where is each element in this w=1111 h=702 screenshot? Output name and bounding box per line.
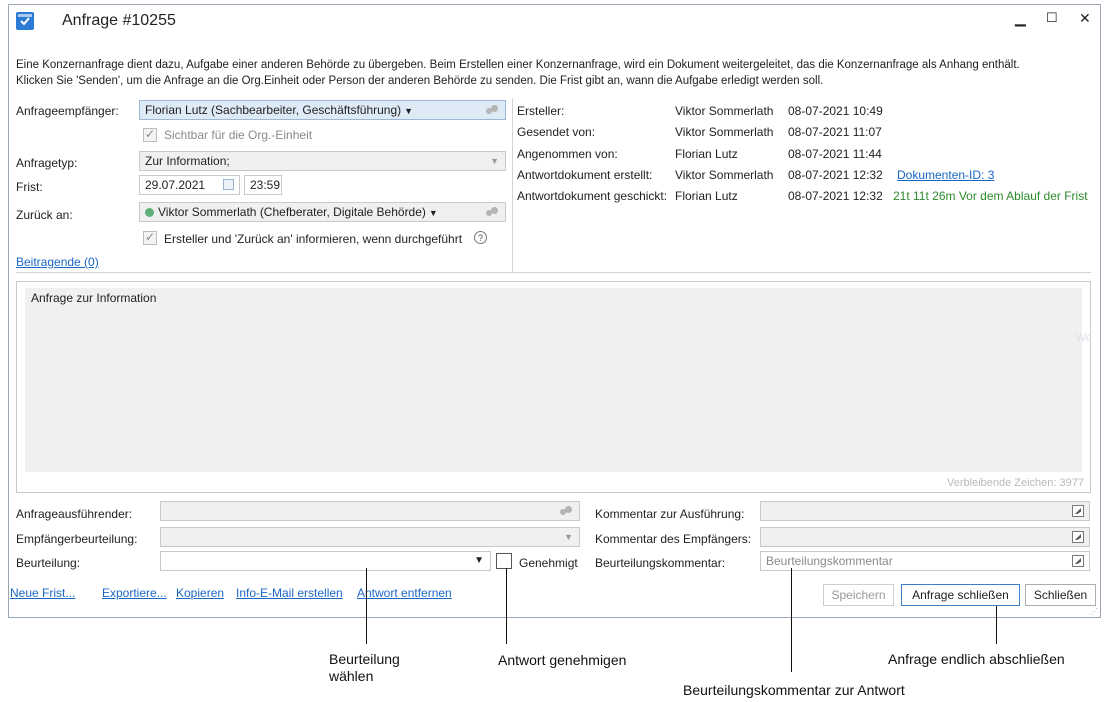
exec-comment-input[interactable]: [760, 501, 1090, 521]
request-text-content: Anfrage zur Information: [31, 291, 157, 305]
recipient-comment-input[interactable]: [760, 527, 1090, 547]
info-doc-sent-label: Antwortdokument geschickt:: [517, 189, 668, 203]
request-text-inner[interactable]: [25, 288, 1082, 472]
chevron-down-icon: ▼: [490, 156, 499, 166]
evaluation-callout-line: [366, 568, 367, 644]
type-value: Zur Information;: [145, 154, 230, 168]
return-value: Viktor Sommerlath (Chefberater, Digitale…: [158, 205, 426, 219]
info-doc-sent-person: Florian Lutz: [675, 189, 738, 203]
info-accepted-person: Florian Lutz: [675, 147, 738, 161]
open-editor-icon[interactable]: [1072, 531, 1084, 543]
info-created-date: 08-07-2021 10:49: [788, 104, 883, 118]
resize-grip-icon[interactable]: ⋰: [1090, 607, 1098, 616]
executor-select[interactable]: [160, 501, 580, 521]
close-request-button[interactable]: Anfrage schließen: [901, 584, 1020, 606]
visible-label: Sichtbar für die Org.-Einheit: [164, 128, 313, 142]
request-check-icon: [16, 12, 34, 30]
check-icon: ✓: [145, 230, 156, 244]
exec-comment-label: Kommentar zur Ausführung:: [595, 507, 745, 521]
info-accepted-date: 08-07-2021 11:44: [788, 147, 882, 161]
new-deadline-link[interactable]: Neue Frist...: [10, 586, 75, 600]
help-icon[interactable]: ?: [474, 231, 487, 244]
info-doc-created-label: Antwortdokument erstellt:: [517, 168, 653, 182]
remove-answer-link[interactable]: Antwort entfernen: [357, 586, 452, 600]
status-dot-icon: [145, 208, 154, 217]
copy-link[interactable]: Kopieren: [176, 586, 224, 600]
chevron-down-icon: ▼: [404, 106, 414, 116]
people-icon[interactable]: [559, 505, 573, 517]
info-created-person: Viktor Sommerlath: [675, 104, 774, 118]
calendar-icon[interactable]: [223, 179, 234, 190]
info-sent-person: Viktor Sommerlath: [675, 125, 774, 139]
chevron-down-icon: ▼: [564, 532, 573, 542]
return-select[interactable]: Viktor Sommerlath (Chefberater, Digitale…: [139, 202, 506, 222]
approved-label: Genehmigt: [519, 556, 578, 570]
type-select[interactable]: Zur Information; ▼: [139, 151, 506, 171]
description-line-1: Eine Konzernanfrage dient dazu, Aufgabe …: [16, 59, 1020, 71]
description-line-2: Klicken Sie 'Senden', um die Anfrage an …: [16, 75, 824, 87]
recipient-select[interactable]: Florian Lutz (Sachbearbeiter, Geschäftsf…: [139, 100, 506, 120]
info-doc-sent-date: 08-07-2021 12:32: [788, 189, 883, 203]
info-doc-created-person: Viktor Sommerlath: [675, 168, 774, 182]
recipient-comment-label: Kommentar des Empfängers:: [595, 532, 752, 546]
remaining-chars: Verbleibende Zeichen: 3977: [947, 477, 1084, 489]
visible-checkbox[interactable]: ✓: [143, 127, 157, 142]
maximize-button[interactable]: ☐: [1046, 10, 1058, 26]
comment-callout: Beurteilungskommentar zur Antwort: [683, 682, 905, 698]
contributors-link[interactable]: Beitragende (0): [16, 255, 99, 269]
export-link[interactable]: Exportiere...: [102, 586, 167, 600]
chevron-down-icon: ▼: [474, 555, 484, 566]
check-icon: ✓: [145, 127, 156, 141]
approve-callout-line: [506, 568, 507, 644]
chevron-down-icon: ▼: [428, 208, 438, 218]
comment-callout-line: [791, 568, 792, 672]
column-divider: [512, 98, 513, 272]
eval-comment-input[interactable]: Beurteilungskommentar: [760, 551, 1090, 571]
approve-callout: Antwort genehmigen: [498, 652, 627, 668]
recipient-label: Anfrageempfänger:: [16, 104, 119, 118]
document-id-link[interactable]: Dokumenten-ID: 3: [897, 168, 994, 182]
executor-label: Anfrageausführender:: [16, 507, 133, 521]
recipient-value: Florian Lutz (Sachbearbeiter, Geschäftsf…: [145, 103, 402, 117]
open-editor-icon[interactable]: [1072, 555, 1084, 567]
info-doc-created-date: 08-07-2021 12:32: [788, 168, 883, 182]
eval-comment-label: Beurteilungskommentar:: [595, 556, 726, 570]
close-window-button[interactable]: ✕: [1079, 10, 1091, 27]
notify-label: Ersteller und 'Zurück an' informieren, w…: [164, 232, 463, 246]
deadline-status-text: 21t 11t 26m Vor dem Ablauf der Frist: [893, 189, 1088, 203]
people-icon[interactable]: [485, 206, 499, 218]
evaluation-select[interactable]: ▼: [160, 551, 491, 571]
info-created-label: Ersteller:: [517, 104, 565, 118]
evaluation-label: Beurteilung:: [16, 556, 81, 570]
deadline-label: Frist:: [16, 180, 43, 194]
deadline-time-input[interactable]: 23:59: [244, 175, 282, 195]
window-title: Anfrage #10255: [62, 12, 176, 29]
deadline-date-input[interactable]: 29.07.2021: [139, 175, 240, 195]
info-sent-label: Gesendet von:: [517, 125, 596, 139]
type-label: Anfragetyp:: [16, 156, 78, 170]
return-label: Zurück an:: [16, 208, 73, 222]
recipient-eval-label: Empfängerbeurteilung:: [16, 532, 138, 546]
finish-callout: Anfrage endlich abschließen: [888, 651, 1065, 667]
recipient-eval-select[interactable]: ▼: [160, 527, 580, 547]
eval-comment-placeholder: Beurteilungskommentar: [766, 554, 893, 568]
open-editor-icon[interactable]: [1072, 505, 1084, 517]
ghost-text: We: [1075, 332, 1092, 344]
info-accepted-label: Angenommen von:: [517, 147, 618, 161]
save-button[interactable]: Speichern: [823, 584, 894, 606]
minimize-button[interactable]: ▁: [1015, 10, 1026, 27]
evaluation-callout: Beurteilung wählen: [329, 651, 400, 684]
section-divider: [16, 272, 1091, 273]
notify-checkbox[interactable]: ✓: [143, 230, 157, 245]
request-text-area[interactable]: Anfrage zur Information We Verbleibende …: [16, 281, 1092, 493]
info-email-link[interactable]: Info-E-Mail erstellen: [236, 586, 343, 600]
finish-callout-line: [996, 606, 997, 644]
info-sent-date: 08-07-2021 11:07: [788, 125, 882, 139]
deadline-date-value: 29.07.2021: [145, 178, 206, 192]
close-button[interactable]: Schließen: [1025, 584, 1096, 606]
approved-checkbox[interactable]: [496, 553, 512, 569]
people-icon[interactable]: [485, 104, 499, 116]
